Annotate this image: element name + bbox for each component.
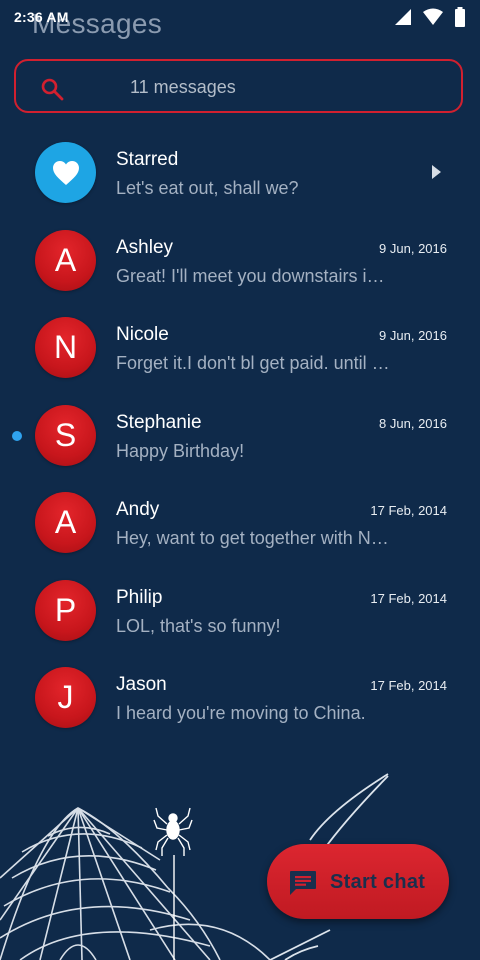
conversation-name: Stephanie — [116, 411, 202, 433]
conversation-date: 9 Jun, 2016 — [379, 240, 447, 256]
conversation-item-starred[interactable]: Starred Let's eat out, shall we? — [0, 128, 480, 216]
conversation-name: Andy — [116, 499, 160, 520]
start-chat-button[interactable]: Start chat — [267, 844, 449, 919]
search-bar[interactable] — [14, 59, 463, 113]
wifi-icon — [423, 8, 443, 25]
search-icon[interactable] — [40, 77, 64, 101]
conversation-item[interactable]: S Stephanie 8 Jun, 2016 Happy Birthday! — [0, 391, 480, 479]
signal-icon — [395, 9, 411, 25]
conversation-name: Starred — [116, 149, 179, 170]
avatar: J — [35, 667, 96, 728]
conversation-item[interactable]: P Philip 17 Feb, 2014 LOL, that's so fun… — [0, 566, 480, 654]
conversation-name: Jason — [116, 674, 167, 695]
conversation-date: 8 Jun, 2016 — [379, 415, 447, 431]
conversation-snippet: LOL, that's so funny! — [116, 615, 281, 636]
heart-icon — [52, 160, 79, 185]
conversation-date: 17 Feb, 2014 — [370, 590, 447, 606]
unread-indicator — [12, 430, 22, 441]
conversation-snippet: Hey, want to get together with N… — [116, 528, 389, 548]
conversation-item[interactable]: J Jason 17 Feb, 2014 I heard you're movi… — [0, 653, 480, 741]
conversation-item[interactable]: A Andy 17 Feb, 2014 Hey, want to get tog… — [0, 478, 480, 566]
conversation-date: 17 Feb, 2014 — [370, 503, 447, 518]
spider-icon — [153, 807, 193, 960]
avatar: A — [35, 229, 96, 291]
start-chat-label: Start chat — [330, 871, 426, 893]
chevron-right-icon[interactable] — [432, 165, 441, 179]
chat-icon — [290, 871, 316, 895]
conversation-item[interactable]: A Ashley 9 Jun, 2016 Great! I'll meet yo… — [0, 216, 480, 304]
starred-avatar — [35, 142, 96, 203]
avatar: N — [35, 317, 96, 378]
battery-icon — [455, 7, 465, 27]
status-icons — [394, 7, 466, 27]
conversation-date: 17 Feb, 2014 — [370, 678, 447, 693]
avatar: A — [35, 492, 96, 553]
avatar: P — [35, 579, 96, 641]
conversation-snippet: I heard you're moving to China. — [116, 703, 366, 723]
conversation-name: Philip — [116, 586, 163, 608]
conversation-snippet: Let's eat out, shall we? — [116, 178, 299, 198]
status-time: 2:36 AM — [14, 9, 69, 25]
conversation-snippet: Great! I'll meet you downstairs i… — [116, 265, 385, 286]
conversation-name: Nicole — [116, 324, 169, 345]
conversation-date: 9 Jun, 2016 — [379, 328, 447, 343]
conversation-snippet: Happy Birthday! — [116, 440, 245, 461]
conversation-snippet: Forget it.I don't bl get paid. until … — [116, 353, 390, 373]
search-input[interactable] — [130, 73, 430, 101]
conversation-name: Ashley — [116, 236, 174, 258]
conversation-item[interactable]: N Nicole 9 Jun, 2016 Forget it.I don't b… — [0, 303, 480, 391]
avatar: S — [35, 404, 96, 466]
conversation-list: Starred Let's eat out, shall we? A Ashle… — [0, 128, 480, 741]
